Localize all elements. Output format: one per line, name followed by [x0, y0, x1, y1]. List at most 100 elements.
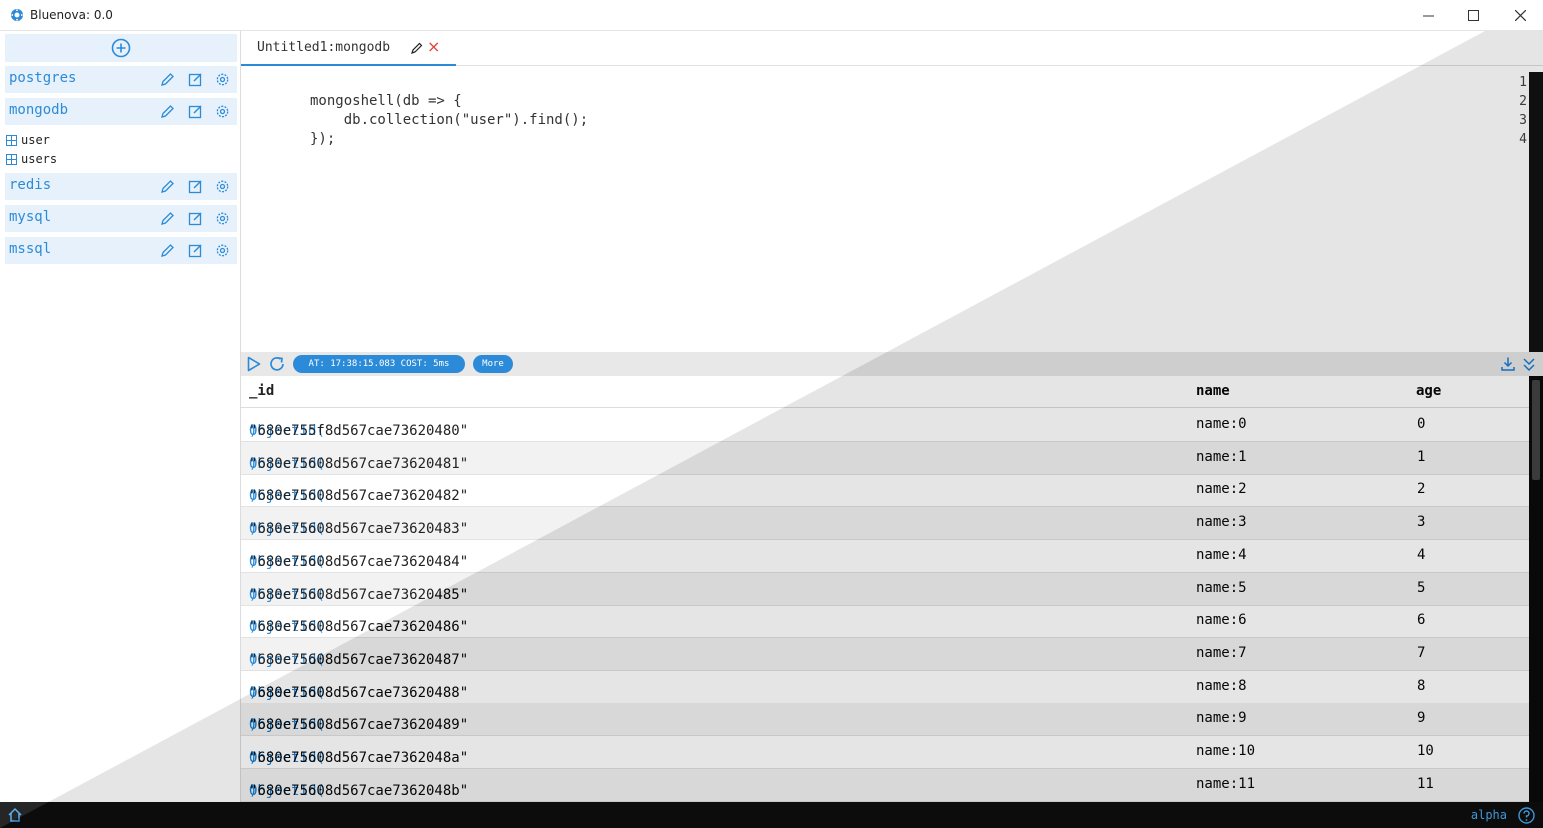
- close-window-button[interactable]: [1497, 0, 1543, 31]
- scrollbar-thumb[interactable]: [1532, 380, 1540, 480]
- table-row[interactable]: ObjectId("680e75608d567cae73620483") name…: [241, 507, 1529, 541]
- edit-square-icon[interactable]: [188, 104, 203, 119]
- name-cell[interactable]: name:11: [1196, 776, 1255, 792]
- close-tab-icon[interactable]: ×: [427, 37, 440, 56]
- plus-circle-icon: [111, 38, 131, 58]
- table-row[interactable]: ObjectId("680e75608d567cae73620488") name…: [241, 671, 1529, 704]
- table-row[interactable]: ObjectId("680e75608d567cae7362048b") name…: [241, 768, 1529, 802]
- name-cell[interactable]: name:4: [1196, 547, 1247, 563]
- home-icon[interactable]: [7, 807, 23, 823]
- name-cell[interactable]: name:2: [1196, 481, 1247, 497]
- gear-icon[interactable]: [215, 104, 230, 119]
- add-connection-button[interactable]: [5, 34, 237, 62]
- age-cell[interactable]: 7: [1417, 645, 1425, 661]
- tree-item-label: users: [21, 152, 58, 166]
- table-row[interactable]: ObjectId("680e75608d567cae73620489") name…: [241, 703, 1529, 737]
- name-cell[interactable]: name:9: [1196, 710, 1247, 726]
- column-header-id[interactable]: _id: [249, 383, 274, 399]
- table-header: _id name age: [241, 376, 1529, 408]
- name-cell[interactable]: name:8: [1196, 678, 1247, 694]
- age-cell[interactable]: 11: [1417, 776, 1434, 792]
- maximize-icon: [1467, 10, 1479, 21]
- object-id-value: "680e75608d567cae73620487": [249, 651, 469, 668]
- tab-untitled1[interactable]: Untitled1:mongodb ×: [241, 31, 456, 66]
- age-cell[interactable]: 6: [1417, 612, 1425, 628]
- age-cell[interactable]: 3: [1417, 514, 1425, 530]
- pencil-icon[interactable]: [160, 104, 175, 119]
- pencil-icon[interactable]: [160, 243, 175, 258]
- gear-icon[interactable]: [215, 179, 230, 194]
- maximize-button[interactable]: [1450, 0, 1496, 31]
- name-cell[interactable]: name:6: [1196, 612, 1247, 628]
- results-scrollbar[interactable]: [1529, 376, 1543, 802]
- connection-label: mysql: [9, 209, 52, 225]
- minimize-button[interactable]: [1405, 0, 1451, 31]
- refresh-icon[interactable]: [268, 355, 286, 373]
- help-icon[interactable]: [1518, 807, 1535, 824]
- name-cell[interactable]: name:5: [1196, 580, 1247, 596]
- pencil-icon[interactable]: [160, 72, 175, 87]
- table-row[interactable]: ObjectId("680e75608d567cae73620482") name…: [241, 474, 1529, 508]
- edit-square-icon[interactable]: [188, 179, 203, 194]
- connection-mssql[interactable]: mssql: [5, 237, 237, 264]
- table-row[interactable]: ObjectId("680e755f8d567cae73620480") name…: [241, 409, 1529, 442]
- code-editor[interactable]: 1 2 3 4 mongoshell(db => { db.collection…: [241, 67, 1543, 352]
- table-row[interactable]: ObjectId("680e75608d567cae73620485") name…: [241, 572, 1529, 606]
- pencil-icon[interactable]: [160, 211, 175, 226]
- app-logo-icon: [10, 8, 24, 22]
- age-cell[interactable]: 10: [1417, 743, 1434, 759]
- table-icon: [6, 134, 17, 146]
- name-cell[interactable]: name:3: [1196, 514, 1247, 530]
- more-button[interactable]: More: [473, 355, 513, 373]
- minimize-icon: [1422, 15, 1434, 17]
- edit-square-icon[interactable]: [188, 243, 203, 258]
- title-bar: Bluenova: 0.0: [0, 0, 1543, 31]
- tree-item-label: user: [21, 133, 50, 147]
- edit-square-icon[interactable]: [188, 211, 203, 226]
- pencil-icon[interactable]: [160, 179, 175, 194]
- execution-status-badge: AT: 17:38:15.083 COST: 5ms: [293, 355, 465, 373]
- double-chevron-down-icon[interactable]: [1522, 356, 1536, 372]
- gear-icon[interactable]: [215, 243, 230, 258]
- object-id-close: ): [249, 684, 258, 701]
- object-id-close: ): [249, 619, 258, 636]
- pencil-icon[interactable]: [411, 42, 423, 54]
- tab-label: Untitled1:mongodb: [257, 40, 391, 55]
- editor-scrollbar[interactable]: [1529, 72, 1543, 352]
- name-cell[interactable]: name:1: [1196, 449, 1247, 465]
- age-cell[interactable]: 8: [1417, 678, 1425, 694]
- table-row[interactable]: ObjectId("680e75608d567cae7362048a") name…: [241, 736, 1529, 769]
- age-cell[interactable]: 2: [1417, 481, 1425, 497]
- age-cell[interactable]: 5: [1417, 580, 1425, 596]
- gear-icon[interactable]: [215, 72, 230, 87]
- table-row[interactable]: ObjectId("680e75608d567cae73620486") name…: [241, 605, 1529, 639]
- object-id-value: "680e75608d567cae73620482": [249, 488, 469, 505]
- results-toolbar: AT: 17:38:15.083 COST: 5ms More: [241, 352, 1543, 376]
- editor-tab-bar: Untitled1:mongodb ×: [241, 31, 1543, 66]
- connection-mongodb[interactable]: mongodb: [5, 98, 237, 125]
- gear-icon[interactable]: [215, 211, 230, 226]
- name-cell[interactable]: name:10: [1196, 743, 1255, 759]
- tree-item-users[interactable]: users: [6, 152, 57, 166]
- object-id-value: "680e75608d567cae73620484": [249, 553, 469, 570]
- download-icon[interactable]: [1500, 356, 1516, 372]
- table-row[interactable]: ObjectId("680e75608d567cae73620484") name…: [241, 540, 1529, 573]
- connection-postgres[interactable]: postgres: [5, 66, 237, 93]
- age-cell[interactable]: 9: [1417, 710, 1425, 726]
- age-cell[interactable]: 1: [1417, 449, 1425, 465]
- connection-mysql[interactable]: mysql: [5, 205, 237, 232]
- name-cell[interactable]: name:0: [1196, 416, 1247, 432]
- table-row[interactable]: ObjectId("680e75608d567cae73620487") name…: [241, 637, 1529, 671]
- object-id-value: "680e75608d567cae73620481": [249, 455, 469, 472]
- table-row[interactable]: ObjectId("680e75608d567cae73620481") name…: [241, 441, 1529, 475]
- line-number: 4: [1519, 132, 1527, 147]
- name-cell[interactable]: name:7: [1196, 645, 1247, 661]
- edit-square-icon[interactable]: [188, 72, 203, 87]
- tree-item-user[interactable]: user: [6, 133, 50, 147]
- connection-redis[interactable]: redis: [5, 173, 237, 200]
- column-header-age[interactable]: age: [1416, 383, 1441, 399]
- play-icon[interactable]: [247, 356, 261, 372]
- column-header-name[interactable]: name: [1196, 383, 1230, 399]
- age-cell[interactable]: 4: [1417, 547, 1425, 563]
- age-cell[interactable]: 0: [1417, 416, 1425, 432]
